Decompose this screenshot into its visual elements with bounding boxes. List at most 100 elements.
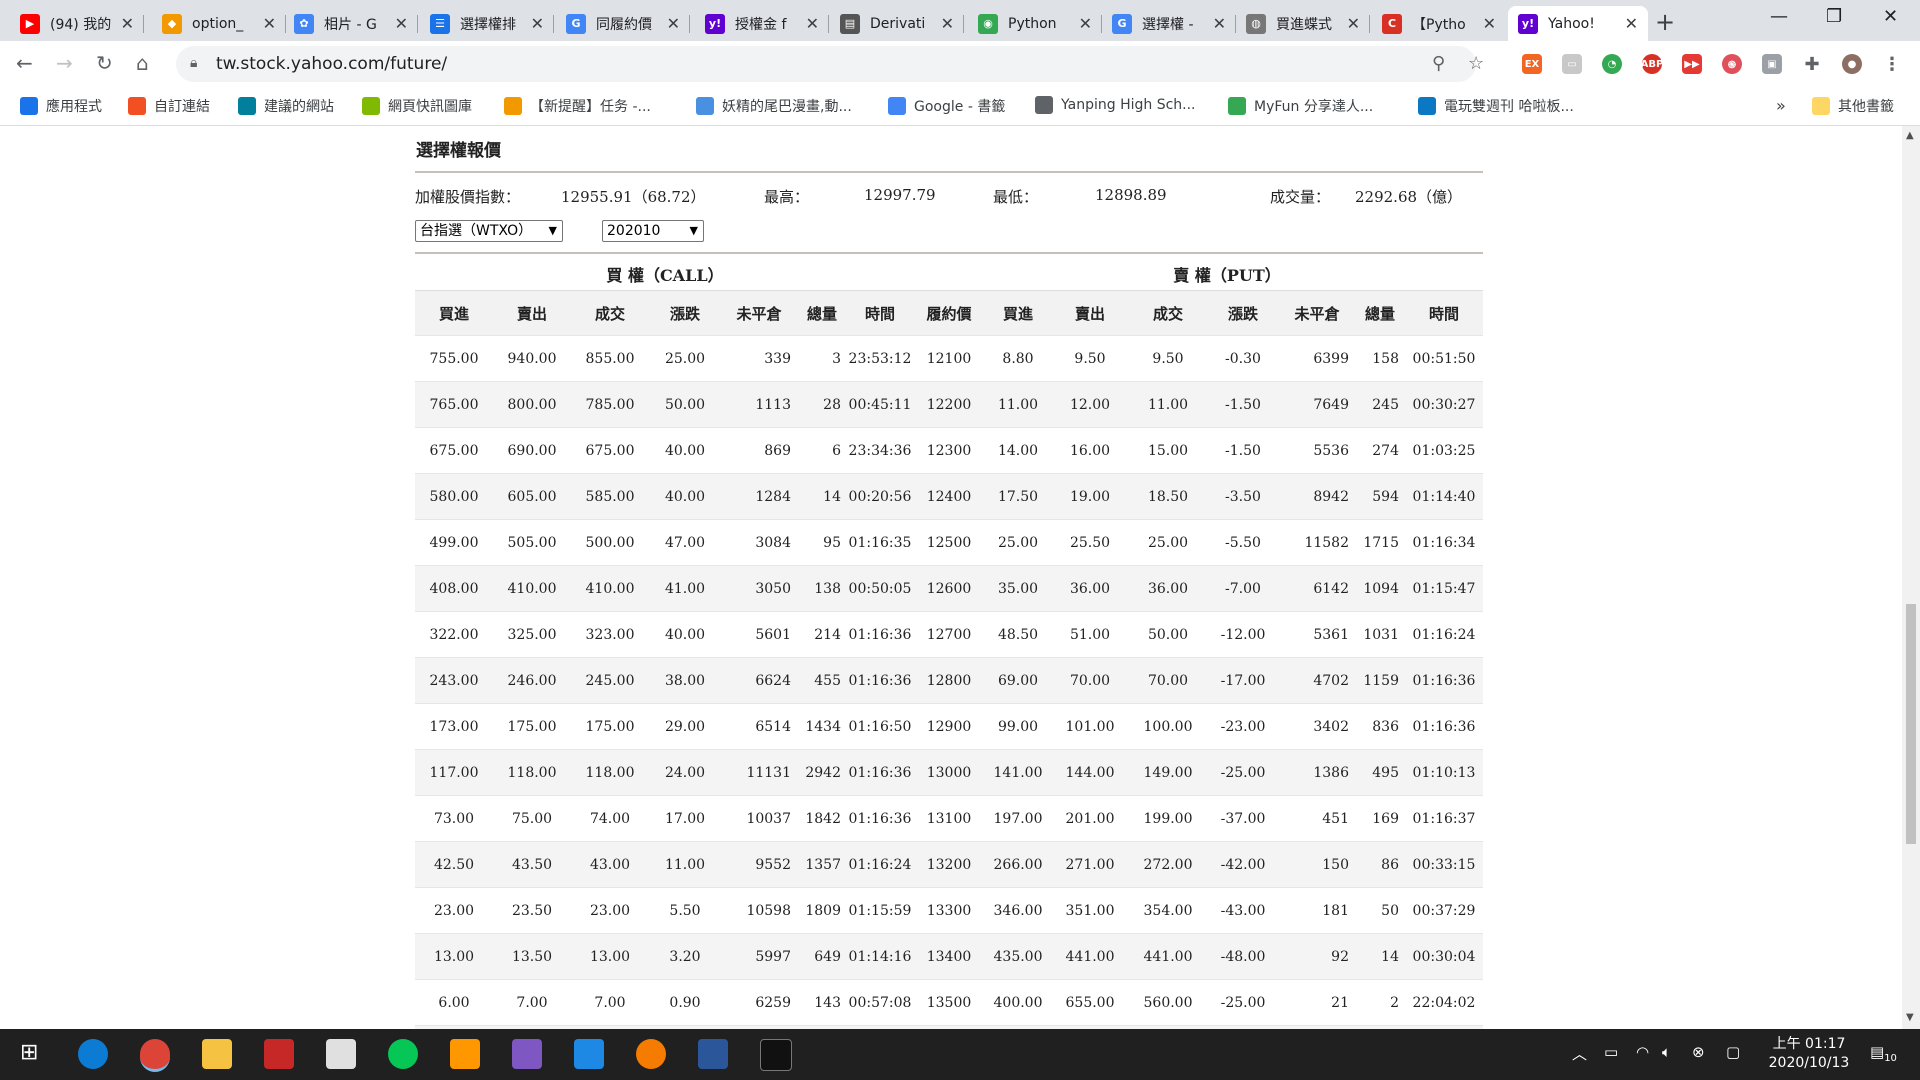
extension-swirl-icon[interactable]: ֍ (1722, 54, 1742, 74)
browser-tab[interactable]: G 選擇權 - ✕ (1102, 6, 1236, 41)
bookmark-item[interactable]: 妖精的尾巴漫畫,動... (696, 96, 852, 116)
close-tab-icon[interactable]: ✕ (121, 14, 134, 33)
table-row[interactable]: 580.00 605.00 585.00 40.00 1284 14 00:20:56 124… (415, 473, 1483, 520)
bookmark-item[interactable]: 建議的網站 (238, 96, 334, 116)
table-row[interactable]: 23.00 23.50 23.00 5.50 10598 1809 01:15:59 1330… (415, 887, 1483, 934)
extension-cast-icon[interactable]: ▣ (1762, 54, 1782, 74)
profile-avatar[interactable]: ● (1842, 54, 1862, 74)
close-tab-icon[interactable]: ✕ (667, 14, 680, 33)
line-icon[interactable] (388, 1039, 418, 1069)
notification-icon[interactable]: ▤10 (1870, 1043, 1897, 1064)
zoom-icon[interactable]: ⚲ (1432, 53, 1445, 74)
minimize-button[interactable]: — (1770, 6, 1788, 27)
scroll-down-arrow-icon[interactable]: ▼ (1906, 1012, 1914, 1023)
table-row[interactable]: 117.00 118.00 118.00 24.00 11131 2942 01:16:36… (415, 749, 1483, 796)
extension-video-icon[interactable]: ▶▶ (1682, 54, 1702, 74)
new-tab-button[interactable]: + (1655, 8, 1675, 36)
browser-tab[interactable]: ☰ 選擇權排 ✕ (420, 6, 554, 41)
mute-status-icon[interactable]: ⊗ (1692, 1043, 1705, 1061)
browser-tab[interactable]: ✿ 相片 - G ✕ (284, 6, 418, 41)
word-icon[interactable] (698, 1039, 728, 1069)
address-bar[interactable]: 🔒︎ tw.stock.yahoo.com/future/ ⚲ ☆ (176, 46, 1484, 82)
table-row[interactable]: 173.00 175.00 175.00 29.00 6514 1434 01:16:50 1… (415, 703, 1483, 750)
taskbar-clock[interactable]: 上午 01:17 2020/10/13 (1764, 1035, 1854, 1073)
close-tab-icon[interactable]: ✕ (1079, 14, 1092, 33)
close-tab-icon[interactable]: ✕ (1347, 14, 1360, 33)
table-row[interactable]: 13.00 13.50 13.00 3.20 5997 649 01:14:16 13400 4… (415, 933, 1483, 980)
forward-arrow-icon[interactable]: → (56, 51, 73, 75)
browser-tab[interactable]: G 同履約價 ✕ (556, 6, 690, 41)
adblock-icon[interactable]: ABP (1641, 54, 1663, 74)
browser-tab[interactable]: ▶ (94) 我的 ✕ (10, 6, 144, 41)
wifi-icon[interactable]: ◠ (1636, 1043, 1649, 1061)
scrollbar-thumb[interactable] (1906, 604, 1916, 844)
home-icon[interactable]: ⌂ (136, 51, 149, 75)
garena-icon[interactable] (264, 1039, 294, 1069)
bookmark-item[interactable]: MyFun 分享達人... (1228, 96, 1373, 116)
close-tab-icon[interactable]: ✕ (531, 14, 544, 33)
extension-ex-icon[interactable]: EX (1522, 54, 1542, 74)
close-tab-icon[interactable]: ✕ (1625, 14, 1638, 33)
jupyter-icon[interactable] (636, 1039, 666, 1069)
table-row[interactable]: 675.00 690.00 675.00 40.00 869 6 23:34:36 12300… (415, 427, 1483, 474)
browser-tab[interactable]: ◍ 買進蝶式 ✕ (1236, 6, 1370, 41)
close-tab-icon[interactable]: ✕ (263, 14, 276, 33)
table-row[interactable]: 243.00 246.00 245.00 38.00 6624 455 01:16:36 12… (415, 657, 1483, 704)
month-select[interactable]: 202010 ▼ (602, 220, 704, 242)
other-bookmarks[interactable]: 其他書籤 (1812, 96, 1894, 116)
bookmark-item[interactable]: 【新提醒】任务 -... (504, 96, 651, 116)
close-tab-icon[interactable]: ✕ (395, 14, 408, 33)
browser-tab[interactable]: ▤ Derivati ✕ (830, 6, 964, 41)
close-tab-icon[interactable]: ✕ (1483, 14, 1496, 33)
extensions-puzzle-icon[interactable]: ✚ (1802, 54, 1822, 75)
reload-icon[interactable]: ↻ (96, 51, 113, 75)
bookmark-item[interactable]: Google - 書籤 (888, 96, 1005, 116)
table-row[interactable]: 765.00 800.00 785.00 50.00 1113 28 00:45:11 122… (415, 381, 1483, 428)
close-window-button[interactable]: ✕ (1883, 6, 1898, 27)
close-tab-icon[interactable]: ✕ (806, 14, 819, 33)
bookmark-item[interactable]: Yanping High Sch... (1035, 96, 1196, 114)
store-icon[interactable] (326, 1039, 356, 1069)
browser-tab[interactable]: y! 授權金 f ✕ (695, 6, 829, 41)
table-row[interactable]: 408.00 410.00 410.00 41.00 3050 138 00:50:05 12… (415, 565, 1483, 612)
page-scrollbar[interactable]: ▲ ▼ (1902, 126, 1920, 1029)
scroll-up-arrow-icon[interactable]: ▲ (1906, 130, 1914, 141)
close-tab-icon[interactable]: ✕ (941, 14, 954, 33)
back-arrow-icon[interactable]: ← (16, 51, 33, 75)
edge-icon[interactable] (78, 1039, 108, 1069)
extension-circle-icon[interactable]: ◔ (1602, 54, 1622, 74)
bookmark-item[interactable]: 電玩雙週刊 哈啦板... (1418, 96, 1574, 116)
url-text[interactable]: tw.stock.yahoo.com/future/ (216, 54, 447, 74)
close-tab-icon[interactable]: ✕ (1213, 14, 1226, 33)
battery-icon[interactable]: ▭ (1604, 1043, 1618, 1061)
browser-tab[interactable]: ◆ option_ ✕ (152, 6, 286, 41)
lock-icon[interactable]: 🔒︎ (190, 55, 197, 71)
browser-tab[interactable]: ◉ Python ✕ (968, 6, 1102, 41)
sublime-icon[interactable] (450, 1039, 480, 1069)
bookmark-item[interactable]: 網頁快訊圖庫 (362, 96, 472, 116)
product-select[interactable]: 台指選（WTXO） ▼ (415, 220, 563, 242)
chrome-icon[interactable] (140, 1039, 170, 1072)
bookmark-star-icon[interactable]: ☆ (1468, 53, 1484, 74)
volume-icon[interactable]: 🔈︎ (1662, 1043, 1671, 1061)
tray-chevron-up-icon[interactable]: ︿ (1572, 1043, 1587, 1064)
vscode-icon[interactable] (574, 1039, 604, 1069)
table-row[interactable]: 6.00 7.00 7.00 0.90 6259 143 00:57:08 13500 400.… (415, 979, 1483, 1026)
bookmarks-overflow-chevron[interactable]: » (1776, 96, 1786, 115)
windows-start-icon[interactable]: ⊞ (20, 1040, 38, 1065)
table-row[interactable]: 322.00 325.00 323.00 40.00 5601 214 01:16:36 12… (415, 611, 1483, 658)
browser-tab[interactable]: y! Yahoo! ✕ (1508, 6, 1648, 41)
bookmark-item[interactable]: 應用程式 (20, 96, 102, 116)
menu-dots-icon[interactable]: ⋮ (1882, 54, 1902, 75)
extension-ticket-icon[interactable]: ▭ (1562, 54, 1582, 74)
maximize-button[interactable]: ❐ (1826, 6, 1842, 27)
bookmark-item[interactable]: 自訂連結 (128, 96, 210, 116)
browser-tab[interactable]: C 【Pytho ✕ (1372, 6, 1506, 41)
gitkraken-icon[interactable] (512, 1039, 542, 1069)
table-row[interactable]: 73.00 75.00 74.00 17.00 10037 1842 01:16:36 131… (415, 795, 1483, 842)
table-row[interactable]: 499.00 505.00 500.00 47.00 3084 95 01:16:35 125… (415, 519, 1483, 566)
ime-icon[interactable]: ▢ (1726, 1043, 1740, 1061)
table-row[interactable]: 42.50 43.50 43.00 11.00 9552 1357 01:16:24 1320… (415, 841, 1483, 888)
file-explorer-icon[interactable] (202, 1039, 232, 1069)
terminal-icon[interactable] (760, 1039, 792, 1071)
